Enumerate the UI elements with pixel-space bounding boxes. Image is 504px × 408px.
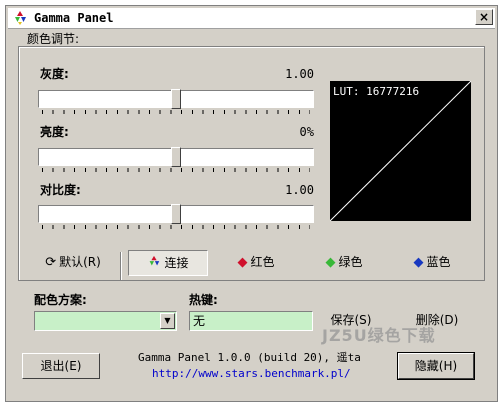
blue-diamond-icon: ◆ [413,254,424,270]
blue-button[interactable]: ◆ 蓝色 [404,250,460,276]
gray-label: 灰度: [40,67,69,81]
brightness-label: 亮度: [40,125,69,139]
exit-button[interactable]: 退出(E) [22,353,100,379]
watermark: JZ5U绿色下载 [322,326,436,345]
title-bar[interactable]: Gamma Panel × [8,8,495,29]
lut-graph: LUT: 16777216 [330,81,471,221]
refresh-icon: ⟳ [45,254,57,270]
color-adjust-group-label: 颜色调节: [24,32,83,46]
scheme-label: 配色方案: [34,293,87,307]
green-button[interactable]: ◆ 绿色 [316,250,372,276]
version-text: Gamma Panel 1.0.0 (build 20), 遥ta [138,351,361,364]
contrast-label: 对比度: [40,183,81,197]
brightness-slider-thumb[interactable] [171,147,181,167]
window-title: Gamma Panel [34,11,114,25]
red-diamond-icon: ◆ [237,254,248,270]
hotkey-label: 热键: [189,293,218,307]
green-diamond-icon: ◆ [325,254,336,270]
chevron-down-icon[interactable]: ▼ [160,313,175,329]
close-button[interactable]: × [475,9,493,25]
link-icon [150,255,160,266]
red-button[interactable]: ◆ 红色 [228,250,284,276]
default-button[interactable]: ⟳ 默认(R) [34,250,112,276]
hide-button[interactable]: 隐藏(H) [397,352,475,380]
homepage-link[interactable]: http://www.stars.benchmark.pl/ [152,367,351,380]
app-icon [15,11,26,25]
hotkey-field[interactable]: 无 [189,311,313,331]
brightness-slider-ticks [42,168,310,172]
button-separator [120,252,121,280]
gray-slider-thumb[interactable] [171,89,181,109]
gray-slider-ticks [42,110,310,114]
gray-value: 1.00 [285,67,314,81]
lut-curve [330,81,471,221]
contrast-slider-ticks [42,225,310,229]
brightness-value: 0% [299,125,314,139]
link-button[interactable]: 连接 [128,250,208,276]
scheme-combo[interactable]: ▼ [34,311,177,331]
contrast-slider-thumb[interactable] [171,204,181,224]
contrast-value: 1.00 [285,183,314,197]
